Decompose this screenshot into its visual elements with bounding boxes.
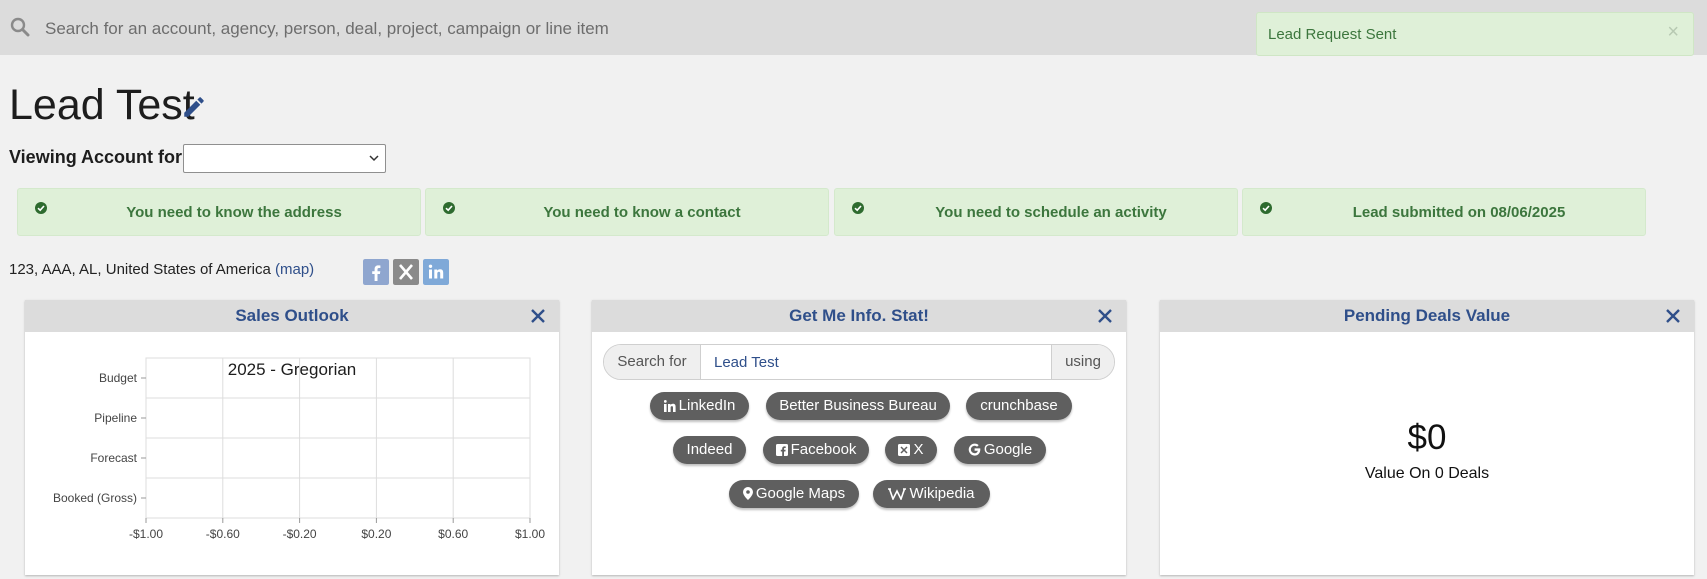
chart-category-label: Booked (Gross) [53, 491, 137, 505]
chip-facebook[interactable]: Facebook [763, 436, 869, 464]
address-text: 123, AAA, AL, United States of America [9, 261, 271, 278]
chip-x[interactable]: X [885, 436, 937, 464]
chart-tick-label-x: $1.00 [515, 527, 545, 541]
chip-better-business-bureau[interactable]: Better Business Bureau [766, 392, 950, 420]
info-search-group: Search for using [603, 344, 1115, 380]
chip-indeed[interactable]: Indeed [673, 436, 746, 464]
chip-label: Google [983, 441, 1033, 458]
checklist-item-activity: You need to schedule an activity [834, 188, 1238, 236]
x-icon [898, 444, 911, 456]
sales-outlook-panel: Sales Outlook 2025 - Gregorian -$1.00 -$0… [25, 300, 559, 575]
wikipedia-icon [888, 488, 907, 500]
checklist-item-label: You need to know the address [126, 204, 342, 221]
map-link[interactable]: (map) [275, 261, 314, 278]
chart-category-label: Pipeline [94, 411, 137, 425]
chip-google-maps[interactable]: Google Maps [729, 480, 859, 508]
facebook-icon[interactable] [363, 259, 389, 285]
chart-category-label: Budget [99, 371, 138, 385]
chart-tick-label-x: -$0.20 [283, 527, 317, 541]
chart-tick-label-x: -$0.60 [206, 527, 240, 541]
close-icon[interactable] [530, 308, 546, 324]
panel-header: Sales Outlook [25, 300, 559, 332]
chip-label: X [913, 441, 924, 458]
panel-title: Sales Outlook [235, 306, 349, 325]
checklist-item-address: You need to know the address [17, 188, 421, 236]
chip-wikipedia[interactable]: Wikipedia [873, 480, 990, 508]
toast-close-button[interactable]: × [1667, 22, 1679, 42]
chip-linkedin[interactable]: LinkedIn [650, 392, 749, 420]
pencil-icon[interactable] [181, 94, 207, 120]
panel-title: Get Me Info. Stat! [789, 306, 929, 325]
toast-notification: Lead Request Sent × [1256, 12, 1694, 56]
checklist-item-label: You need to schedule an activity [935, 204, 1167, 221]
pending-deals-caption: Value On 0 Deals [1364, 465, 1490, 482]
facebook-icon [775, 444, 788, 456]
close-icon[interactable] [1665, 308, 1681, 324]
viewing-account-select[interactable] [183, 144, 386, 173]
using-label: using [1051, 345, 1114, 379]
account-address: 123, AAA, AL, United States of America (… [9, 261, 314, 278]
info-search-input[interactable] [701, 345, 1052, 379]
chevron-down-icon [369, 155, 379, 162]
chart-tick-label-x: $0.60 [438, 527, 468, 541]
search-icon [10, 17, 30, 37]
chart-category-label: Forecast [90, 451, 137, 465]
chip-label: Better Business Bureau [779, 397, 937, 414]
google-icon [968, 443, 981, 456]
pending-deals-panel: Pending Deals Value $0 Value On 0 Deals [1160, 300, 1694, 575]
map-pin-icon [742, 487, 753, 500]
toast-message: Lead Request Sent [1268, 26, 1397, 43]
chip-label: Wikipedia [909, 485, 975, 502]
get-info-panel: Get Me Info. Stat! Search for using Link… [592, 300, 1126, 575]
checklist-item-label: You need to know a contact [543, 204, 741, 221]
panel-title: Pending Deals Value [1343, 306, 1511, 325]
chip-label: crunchbase [980, 397, 1058, 414]
check-circle-icon [35, 202, 47, 214]
pending-deals-value: $0 [1407, 418, 1447, 457]
checklist-item-contact: You need to know a contact [425, 188, 829, 236]
chart-tick-label-x: -$1.00 [129, 527, 163, 541]
x-icon[interactable] [393, 259, 419, 285]
checklist-item-label: Lead submitted on 08/06/2025 [1352, 204, 1566, 221]
linkedin-icon [663, 400, 676, 412]
chip-label: LinkedIn [678, 397, 736, 414]
chart-tick-label-x: $0.20 [361, 527, 391, 541]
panel-header: Get Me Info. Stat! [592, 300, 1126, 332]
chip-label: Google Maps [755, 485, 846, 502]
close-icon[interactable] [1097, 308, 1113, 324]
check-circle-icon [443, 202, 455, 214]
chip-crunchbase[interactable]: crunchbase [966, 392, 1072, 420]
linkedin-icon[interactable] [423, 259, 449, 285]
global-search-input[interactable] [45, 17, 1145, 41]
chip-label: Indeed [686, 441, 733, 458]
sales-outlook-chart: -$1.00 -$0.60 -$0.20 $0.20 $0.60 $1.00 Budget P… [53, 357, 545, 541]
chip-google[interactable]: Google [954, 436, 1046, 464]
check-circle-icon [852, 202, 864, 214]
page-title: Lead Test [9, 81, 195, 129]
chip-label: Facebook [790, 441, 857, 458]
search-for-label: Search for [604, 345, 701, 379]
viewing-account-label: Viewing Account for: [9, 147, 189, 167]
panel-header: Pending Deals Value [1160, 300, 1694, 332]
check-circle-icon [1260, 202, 1272, 214]
checklist-item-lead-submitted: Lead submitted on 08/06/2025 [1242, 188, 1646, 236]
